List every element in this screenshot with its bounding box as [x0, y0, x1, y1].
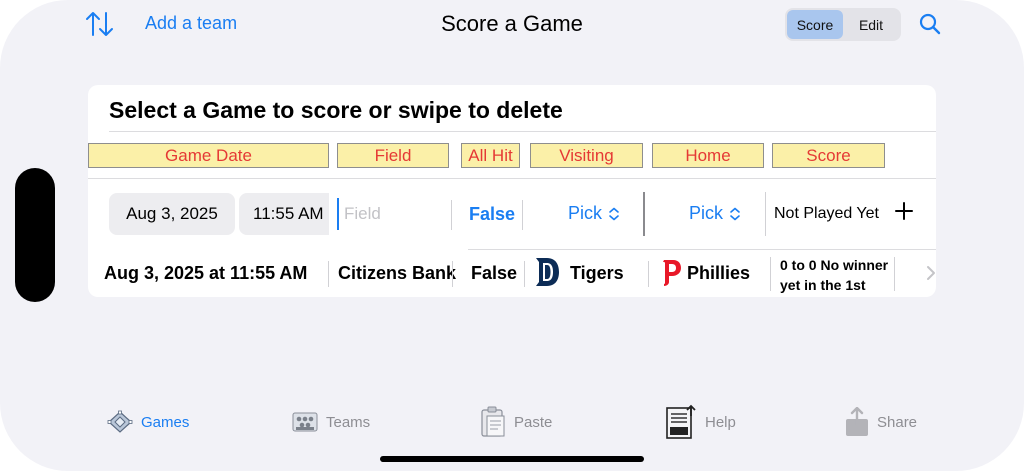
card-title: Select a Game to score or swipe to delet…	[109, 97, 563, 123]
home-picker-label: Pick	[689, 203, 724, 223]
search-icon[interactable]	[918, 12, 942, 36]
game-result: 0 to 0 No winner yet in the 1st	[780, 255, 888, 295]
column-divider	[894, 257, 895, 291]
tab-teams[interactable]: Teams	[292, 404, 370, 440]
visiting-team-name: Tigers	[570, 263, 624, 283]
visiting-picker-label: Pick	[568, 203, 603, 223]
tab-teams-label: Teams	[326, 413, 371, 431]
tab-paste-label: Paste	[514, 413, 553, 431]
time-picker[interactable]: 11:55 AM	[239, 193, 329, 235]
camera-island	[15, 168, 55, 302]
add-game-plus-icon[interactable]	[894, 201, 914, 221]
home-indicator	[380, 456, 644, 462]
header-home: Home	[652, 143, 764, 168]
tigers-logo-icon	[533, 255, 561, 289]
column-divider	[643, 192, 645, 236]
tab-share[interactable]: Share	[845, 404, 917, 440]
divider	[88, 178, 936, 179]
column-divider	[452, 261, 453, 287]
home-team-picker[interactable]: Pick	[689, 203, 741, 224]
column-divider	[765, 192, 766, 236]
tab-help[interactable]: Help	[665, 404, 736, 440]
date-picker[interactable]: Aug 3, 2025	[109, 193, 235, 235]
baseball-diamond-icon	[107, 410, 133, 433]
header-score: Score	[772, 143, 885, 168]
header-visiting: Visiting	[530, 143, 643, 168]
column-divider	[522, 200, 523, 230]
tab-games[interactable]: Games	[107, 404, 189, 440]
team-photo-icon	[292, 412, 318, 432]
column-divider	[328, 261, 329, 287]
game-list-card: Select a Game to score or swipe to delet…	[88, 85, 936, 297]
column-divider	[524, 261, 525, 287]
game-result-line-2: yet in the 1st	[780, 277, 866, 293]
divider	[468, 249, 936, 250]
tab-help-label: Help	[705, 413, 736, 431]
phillies-logo-icon	[656, 255, 684, 289]
up-down-chevron-icon	[609, 207, 619, 220]
column-divider	[451, 200, 452, 230]
field-input[interactable]: Field	[337, 198, 447, 230]
navigation-bar: Add a team Score a Game Score Edit	[0, 0, 1024, 50]
divider	[109, 131, 936, 132]
game-date-time: Aug 3, 2025 at 11:55 AM	[104, 263, 308, 283]
header-field: Field	[337, 143, 449, 168]
visiting-team-picker[interactable]: Pick	[568, 203, 620, 224]
share-icon	[846, 407, 868, 436]
document-help-icon	[666, 404, 696, 439]
all-hit-toggle[interactable]: False	[469, 204, 515, 225]
score-edit-segmented-control: Score Edit	[785, 8, 901, 41]
tab-games-label: Games	[141, 413, 190, 431]
column-divider	[648, 261, 649, 287]
up-down-chevron-icon	[730, 207, 740, 220]
header-game-date: Game Date	[88, 143, 329, 168]
game-all-hit: False	[471, 263, 518, 283]
device-screen: Add a team Score a Game Score Edit Selec…	[0, 0, 1024, 471]
clipboard-icon	[481, 406, 505, 437]
game-field: Citizens Bank	[338, 263, 457, 283]
game-result-line-1: 0 to 0 No winner	[780, 257, 889, 273]
tab-paste[interactable]: Paste	[480, 404, 552, 440]
chevron-right-icon	[926, 265, 936, 281]
segment-score[interactable]: Score	[787, 10, 843, 39]
column-divider	[770, 257, 771, 291]
new-game-score-status: Not Played Yet	[774, 205, 879, 222]
tab-share-label: Share	[877, 413, 918, 431]
segment-edit[interactable]: Edit	[843, 10, 899, 39]
header-all-hit: All Hit	[461, 143, 520, 168]
home-team-name: Phillies	[687, 263, 751, 283]
